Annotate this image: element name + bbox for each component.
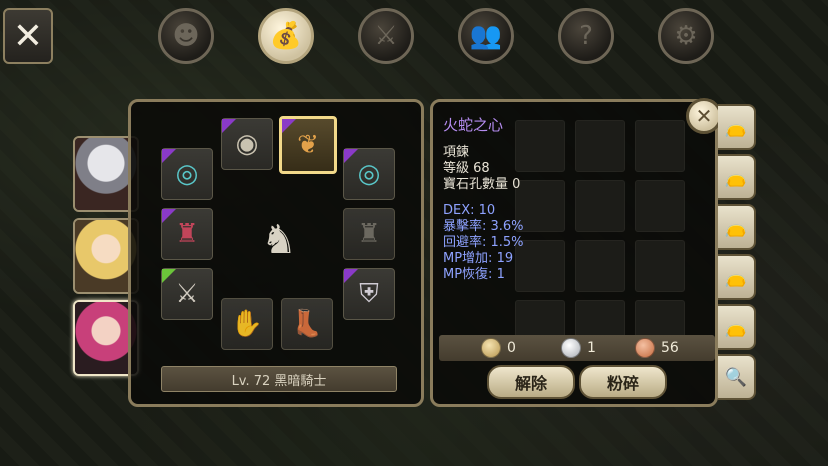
bag-icon: 👝	[724, 216, 748, 238]
equip-slot-weapon[interactable]: ⚔	[161, 268, 213, 320]
people-icon: 👥	[469, 21, 503, 51]
stat-line: DEX: 10	[443, 203, 496, 218]
bag-side-tab[interactable]: 👝	[718, 104, 756, 150]
silver-value: 1	[587, 340, 596, 356]
sword-icon: ⚔	[175, 279, 199, 309]
equip-slot-boots[interactable]: 👢	[281, 298, 333, 350]
settings-tab[interactable]: ⚙	[658, 8, 714, 64]
character-tab[interactable]: ☻	[158, 8, 214, 64]
search-icon: 🔍	[724, 366, 748, 388]
equip-slot-armor[interactable]: ♜	[161, 208, 213, 260]
equip-slot-ring-left[interactable]: ◎	[161, 148, 213, 200]
gloves-icon: ✋	[230, 309, 264, 339]
smash-button[interactable]: 粉碎	[579, 365, 667, 399]
stat-line: MP增加: 19	[443, 251, 514, 266]
shield-icon: ⛨	[359, 278, 379, 309]
armor-icon: ♜	[175, 219, 199, 249]
head-icon: ☻	[172, 21, 200, 51]
search-side-tab[interactable]: 🔍	[718, 354, 756, 400]
necklace-icon: ❦	[297, 130, 319, 160]
sword-icon: ⚔	[374, 21, 398, 51]
silver-coin-icon	[561, 338, 581, 358]
bag-icon: 👝	[724, 316, 748, 338]
equip-slot-cloak[interactable]: ♜	[343, 208, 395, 260]
ring-icon: ◎	[175, 159, 199, 189]
boots-icon: 👢	[290, 309, 324, 339]
silver-amount: 1	[561, 338, 596, 358]
top-navigation: ☻ 💰 ⚔ 👥 ? ⚙	[0, 6, 828, 66]
item-type: 項鍊	[443, 145, 470, 160]
equipment-panel: ◉ ❦ ◎ ◎ ♜ ♜ ♞ ⚔ ⛨ ✋ 👢 Lv. 72 黑暗騎士	[128, 99, 424, 407]
stat-line: 回避率: 1.5%	[443, 235, 524, 250]
ring-icon: ◎	[357, 159, 381, 189]
party-tab[interactable]: 👥	[458, 8, 514, 64]
cloak-icon: ♜	[357, 219, 381, 249]
copper-value: 56	[661, 340, 679, 356]
item-gem-slots: 寶石孔數量 0	[443, 177, 521, 192]
skill-tab[interactable]: ⚔	[358, 8, 414, 64]
bag-side-tab[interactable]: 👝	[718, 204, 756, 250]
quest-tab[interactable]: ?	[558, 8, 614, 64]
stat-line: 暴擊率: 3.6%	[443, 219, 524, 234]
equip-slot-necklace[interactable]: ❦	[279, 116, 337, 174]
bag-side-tab[interactable]: 👝	[718, 254, 756, 300]
equip-slot-ring-right[interactable]: ◎	[343, 148, 395, 200]
item-name: 火蛇之心	[443, 116, 504, 134]
currency-bar: 0 1 56	[439, 335, 715, 361]
copper-coin-icon	[635, 338, 655, 358]
item-stats: DEX: 10 暴擊率: 3.6% 回避率: 1.5% MP增加: 19 MP恢…	[443, 203, 643, 283]
item-grade: 等級 68	[443, 161, 490, 176]
item-details: 火蛇之心 項鍊 等級 68 寶石孔數量 0 DEX: 10 暴擊率: 3.6% …	[443, 114, 643, 283]
gold-amount: 0	[481, 338, 516, 358]
bag-icon: 👝	[724, 166, 748, 188]
bandage-icon: ◉	[235, 129, 259, 159]
gold-coin-icon	[481, 338, 501, 358]
scroll-icon: ?	[579, 21, 593, 51]
equip-slot-gloves[interactable]: ✋	[221, 298, 273, 350]
bag-side-tab[interactable]: 👝	[718, 154, 756, 200]
bag-icon: 👝	[724, 266, 748, 288]
item-detail-panel: 火蛇之心 項鍊 等級 68 寶石孔數量 0 DEX: 10 暴擊率: 3.6% …	[430, 99, 718, 407]
character-level-label: Lv. 72 黑暗騎士	[161, 366, 397, 392]
gear-icon: ⚙	[674, 21, 698, 51]
close-detail-button[interactable]: ✕	[686, 98, 722, 134]
equip-slot-shield[interactable]: ⛨	[343, 268, 395, 320]
bag-side-tab[interactable]: 👝	[718, 304, 756, 350]
character-figure: ♞	[261, 217, 297, 263]
bag-icon: 💰	[269, 21, 303, 51]
stat-line: MP恢復: 1	[443, 267, 505, 282]
gold-value: 0	[507, 340, 516, 356]
bag-icon: 👝	[724, 116, 748, 138]
bag-tab[interactable]: 💰	[258, 8, 314, 64]
equip-slot-bandage[interactable]: ◉	[221, 118, 273, 170]
copper-amount: 56	[635, 338, 679, 358]
unequip-button[interactable]: 解除	[487, 365, 575, 399]
